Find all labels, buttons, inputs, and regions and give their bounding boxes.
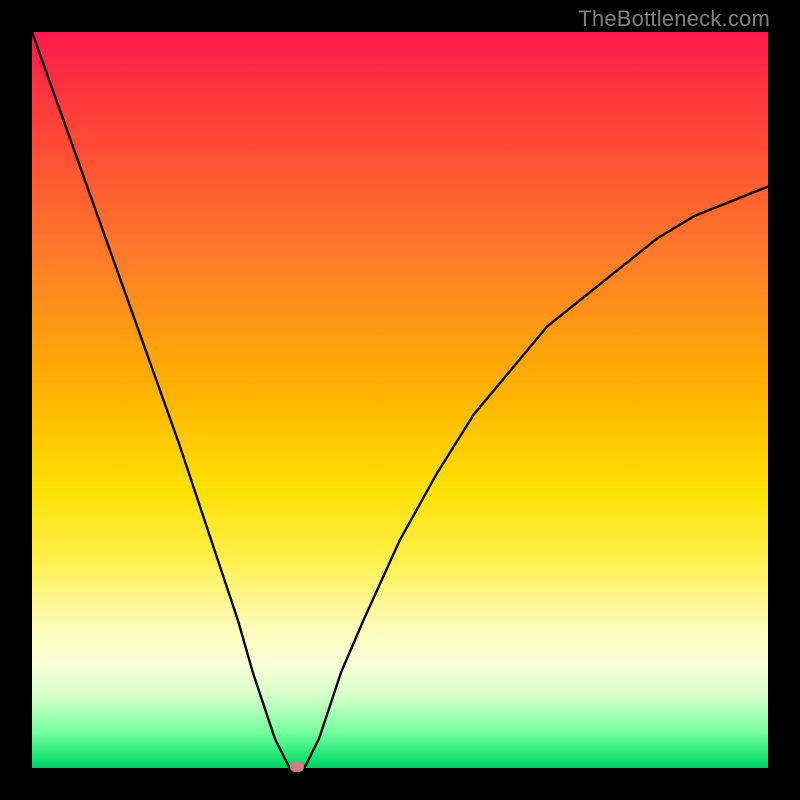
chart-frame: TheBottleneck.com [0, 0, 800, 800]
watermark-text: TheBottleneck.com [578, 6, 770, 32]
optimal-point-marker [290, 762, 304, 772]
chart-plot-area [32, 32, 768, 768]
bottleneck-curve [32, 32, 768, 768]
